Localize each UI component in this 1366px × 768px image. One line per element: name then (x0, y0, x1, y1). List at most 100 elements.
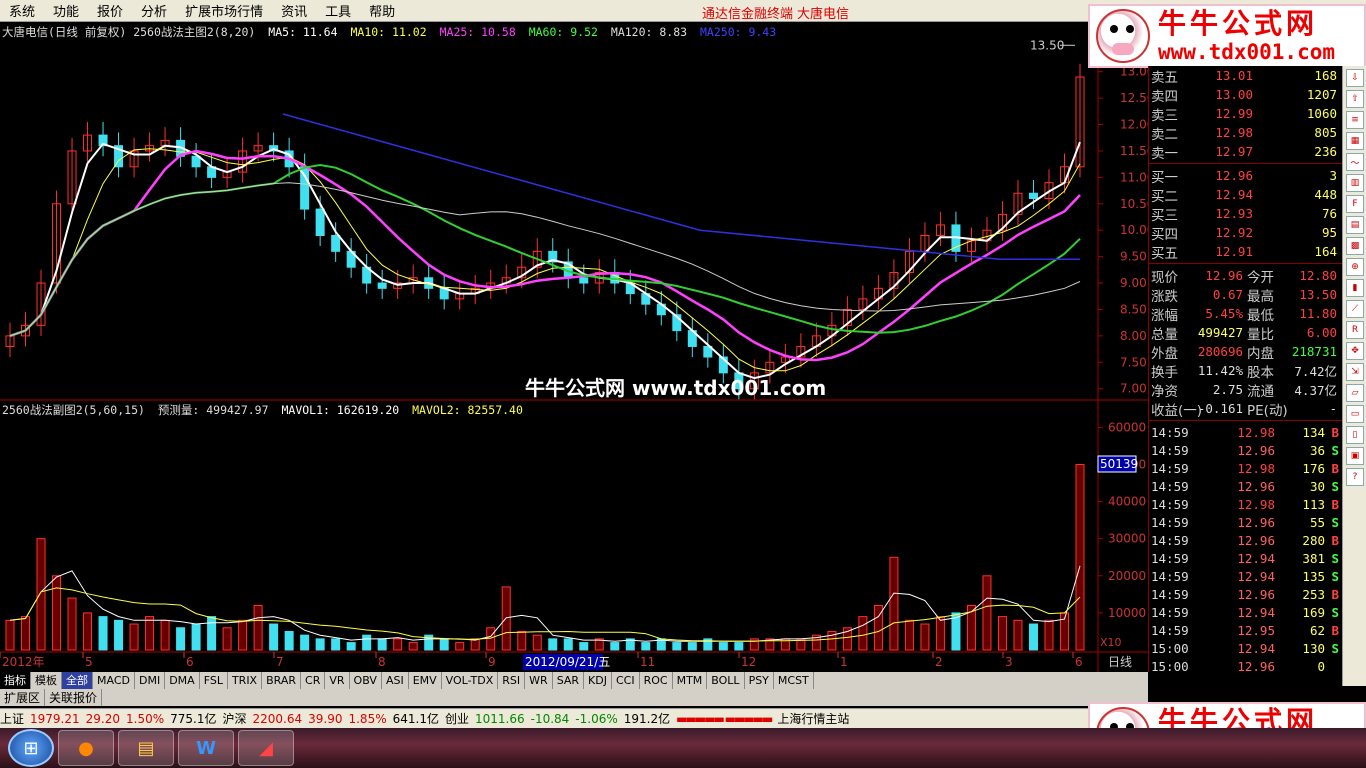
tab-related-quote[interactable]: 关联报价 (45, 689, 103, 706)
tab-indicator-boll[interactable]: BOLL (707, 672, 745, 689)
order-price: 12.93 (1215, 206, 1253, 221)
menu-function[interactable]: 功能 (44, 1, 88, 20)
compass-icon[interactable]: ✥ (1346, 342, 1364, 360)
stat-row: 涨幅 5.45% 最低 11.80 (1149, 304, 1342, 324)
tab-indicator-dma[interactable]: DMA (165, 672, 200, 689)
help-icon[interactable]: ? (1346, 468, 1364, 486)
doc-icon[interactable]: ▯ (1346, 426, 1364, 444)
tab-indicator-vol-tdx[interactable]: VOL-TDX (442, 672, 499, 689)
tab-indicator-指标[interactable]: 指标 (0, 672, 31, 689)
menu-tools[interactable]: 工具 (316, 1, 360, 20)
tab-indicator-cci[interactable]: CCI (612, 672, 640, 689)
candle-icon[interactable]: ▮ (1346, 279, 1364, 297)
menu-quote[interactable]: 报价 (88, 1, 132, 20)
buy-row: 买三 12.93 76 (1149, 204, 1342, 224)
rsi-icon[interactable]: R (1346, 321, 1364, 339)
volume-bar (5, 619, 15, 651)
tick-time: 14:59 (1151, 532, 1189, 548)
tick-volume: 130 (1302, 640, 1325, 656)
tab-indicator-roc[interactable]: ROC (640, 672, 673, 689)
chart-small-icon[interactable]: ▱ (1346, 384, 1364, 402)
stat-value: 12.96 (1205, 268, 1243, 283)
x10-label: X10 (1100, 636, 1122, 649)
tick-price: 12.96 (1237, 532, 1275, 548)
tab-indicator-brar[interactable]: BRAR (262, 672, 302, 689)
chart-icon[interactable]: ▦ (1346, 132, 1364, 150)
table-icon[interactable]: ▤ (1346, 216, 1364, 234)
firefox-button[interactable]: ● (58, 730, 114, 766)
start-button[interactable]: ⊞ (8, 729, 54, 767)
tab-indicator-psy[interactable]: PSY (745, 672, 774, 689)
stat-value-2: 7.42亿 (1294, 364, 1337, 379)
tab-indicator-sar[interactable]: SAR (553, 672, 585, 689)
stat-label: 现价 (1151, 269, 1178, 286)
arrow-up-icon[interactable]: ⇧ (1346, 90, 1364, 108)
candle-body (315, 208, 325, 236)
trend-icon[interactable]: ⟋ (1346, 300, 1364, 318)
volume-bar (191, 623, 201, 651)
list-icon[interactable]: ≡ (1346, 111, 1364, 129)
line-chart-icon[interactable]: 〜 (1346, 153, 1364, 171)
firefox-icon: ● (78, 737, 94, 759)
order-level-label: 买一 (1151, 169, 1178, 186)
order-price: 12.98 (1215, 125, 1253, 140)
tick-row: 14:59 12.96 30 S (1149, 477, 1342, 495)
tdx-button[interactable]: ◢ (238, 730, 294, 766)
buy-row: 买二 12.94 448 (1149, 185, 1342, 205)
menu-system[interactable]: 系统 (0, 1, 44, 20)
word-button[interactable]: W (178, 730, 234, 766)
tab-indicator-trix[interactable]: TRIX (228, 672, 263, 689)
tick-list[interactable]: 14:59 12.98 134 B 14:59 12.96 36 S 14:59 12.98 176… (1149, 423, 1342, 673)
volume-bar (486, 627, 496, 651)
tab-indicator-模板[interactable]: 模板 (31, 672, 62, 689)
order-level-label: 卖五 (1151, 69, 1178, 86)
menu-analysis[interactable]: 分析 (132, 1, 176, 20)
tick-price: 12.96 (1237, 586, 1275, 602)
volume-bar (1044, 619, 1054, 651)
tab-indicator-全部[interactable]: 全部 (62, 672, 93, 689)
tab-ext-area[interactable]: 扩展区 (0, 689, 46, 706)
tab-indicator-rsi[interactable]: RSI (498, 672, 526, 689)
tick-row: 14:59 12.98 176 B (1149, 459, 1342, 477)
tab-indicator-asi[interactable]: ASI (382, 672, 409, 689)
order-volume: 1207 (1306, 87, 1337, 102)
tab-indicator-dmi[interactable]: DMI (135, 672, 166, 689)
f10-icon[interactable]: F (1346, 195, 1364, 213)
stat-value-2: 13.50 (1299, 287, 1337, 302)
cal-icon[interactable]: ▣ (1346, 447, 1364, 465)
volume-bar (1013, 619, 1023, 651)
menu-news[interactable]: 资讯 (272, 1, 316, 20)
menu-help[interactable]: 帮助 (360, 1, 404, 20)
tick-volume: 62 (1309, 622, 1325, 638)
tab-indicator-mcst[interactable]: MCST (774, 672, 814, 689)
order-volume: 76 (1321, 206, 1337, 221)
volume-bar (300, 634, 310, 651)
volume-bar (67, 597, 77, 651)
bar-chart-icon[interactable]: ▥ (1346, 174, 1364, 192)
tab-indicator-macd[interactable]: MACD (93, 672, 135, 689)
tab-indicator-wr[interactable]: WR (525, 672, 553, 689)
volume-bar (377, 638, 387, 651)
zoom-icon[interactable]: ⊕ (1346, 258, 1364, 276)
volume-bar (346, 642, 356, 651)
tick-price: 12.94 (1237, 550, 1275, 566)
tab-indicator-fsl[interactable]: FSL (200, 672, 228, 689)
explorer-button[interactable]: ▤ (118, 730, 174, 766)
file-icon[interactable]: ▭ (1346, 405, 1364, 423)
grid-icon[interactable]: ▩ (1346, 237, 1364, 255)
tab-indicator-emv[interactable]: EMV (409, 672, 442, 689)
chart-area[interactable]: 大唐电信(日线 前复权) 2560战法主图2(8,20) MA5: 11.64 … (0, 22, 1148, 672)
stat-label-2: 量比 (1247, 326, 1274, 343)
tab-indicator-kdj[interactable]: KDJ (584, 672, 612, 689)
tick-row: 14:59 12.95 62 B (1149, 621, 1342, 639)
tick-price: 12.95 (1237, 622, 1275, 638)
tab-indicator-mtm[interactable]: MTM (673, 672, 708, 689)
arrow-down-icon[interactable]: ⇩ (1346, 69, 1364, 87)
tab-indicator-cr[interactable]: CR (301, 672, 326, 689)
menu-ext-market[interactable]: 扩展市场行情 (176, 1, 272, 20)
tab-indicator-vr[interactable]: VR (325, 672, 350, 689)
tick-side: S (1331, 478, 1339, 494)
tab-indicator-obv[interactable]: OBV (350, 672, 382, 689)
move-icon[interactable]: ⇲ (1346, 363, 1364, 381)
status-bar: 上证 1979.21 29.20 1.50% 775.1亿 沪深 2200.64… (0, 708, 1090, 728)
